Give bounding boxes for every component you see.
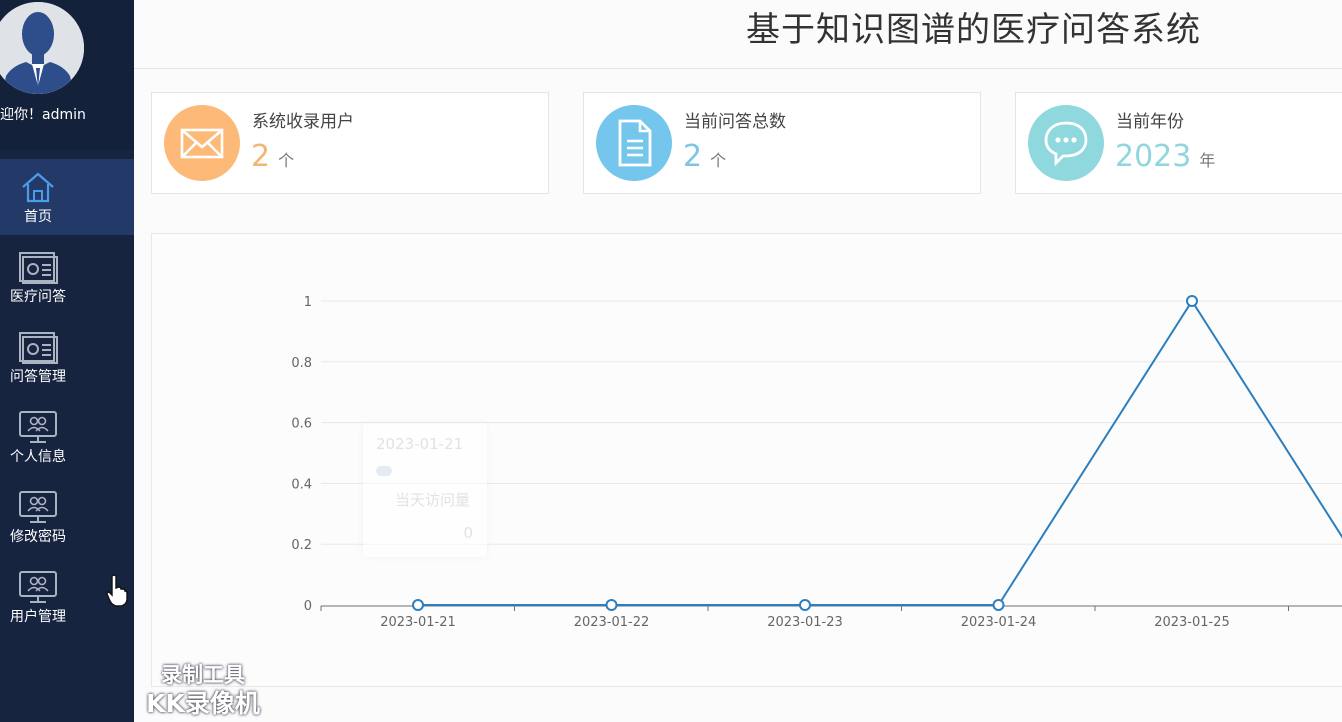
data-point (1186, 295, 1198, 307)
watermark-line2: KK录像机 (146, 689, 260, 718)
y-tick-label: 0.4 (291, 477, 312, 492)
tooltip-date: 2023-01-21 (376, 435, 464, 453)
data-point (605, 599, 618, 611)
y-tick-label: 0.6 (291, 417, 312, 432)
data-point (799, 599, 811, 611)
tooltip-series-marker (376, 466, 392, 476)
x-tick-label: 2023-01-23 (767, 615, 843, 630)
watermark-line1: 录制工具 (161, 663, 245, 687)
data-point (992, 599, 1005, 611)
y-tick-label: 0.2 (291, 538, 312, 553)
y-tick-label: 1 (304, 295, 312, 310)
data-point (412, 599, 424, 611)
chart-tooltip: 2023-01-21 当天访问量 0 (363, 423, 487, 557)
x-tick-label: 2023-01-22 (574, 615, 650, 630)
tooltip-value: 0 (463, 524, 473, 542)
x-tick-label: 2023-01-21 (380, 615, 456, 630)
recorder-watermark: 录制工具 KK录像机 (128, 662, 278, 720)
series-line (418, 299, 1342, 606)
y-tick-label: 0.8 (291, 356, 312, 371)
x-tick-label: 2023-01-24 (961, 615, 1037, 630)
x-tick-label: 2023-01-25 (1154, 615, 1230, 630)
tooltip-series-name: 当天访问量 (395, 491, 471, 509)
y-tick-label: 0 (304, 599, 312, 614)
visits-line-chart[interactable]: 0 0.2 0.4 0.6 0.8 1 2023-01-21 2023-01-22 2023-0… (0, 0, 1342, 722)
